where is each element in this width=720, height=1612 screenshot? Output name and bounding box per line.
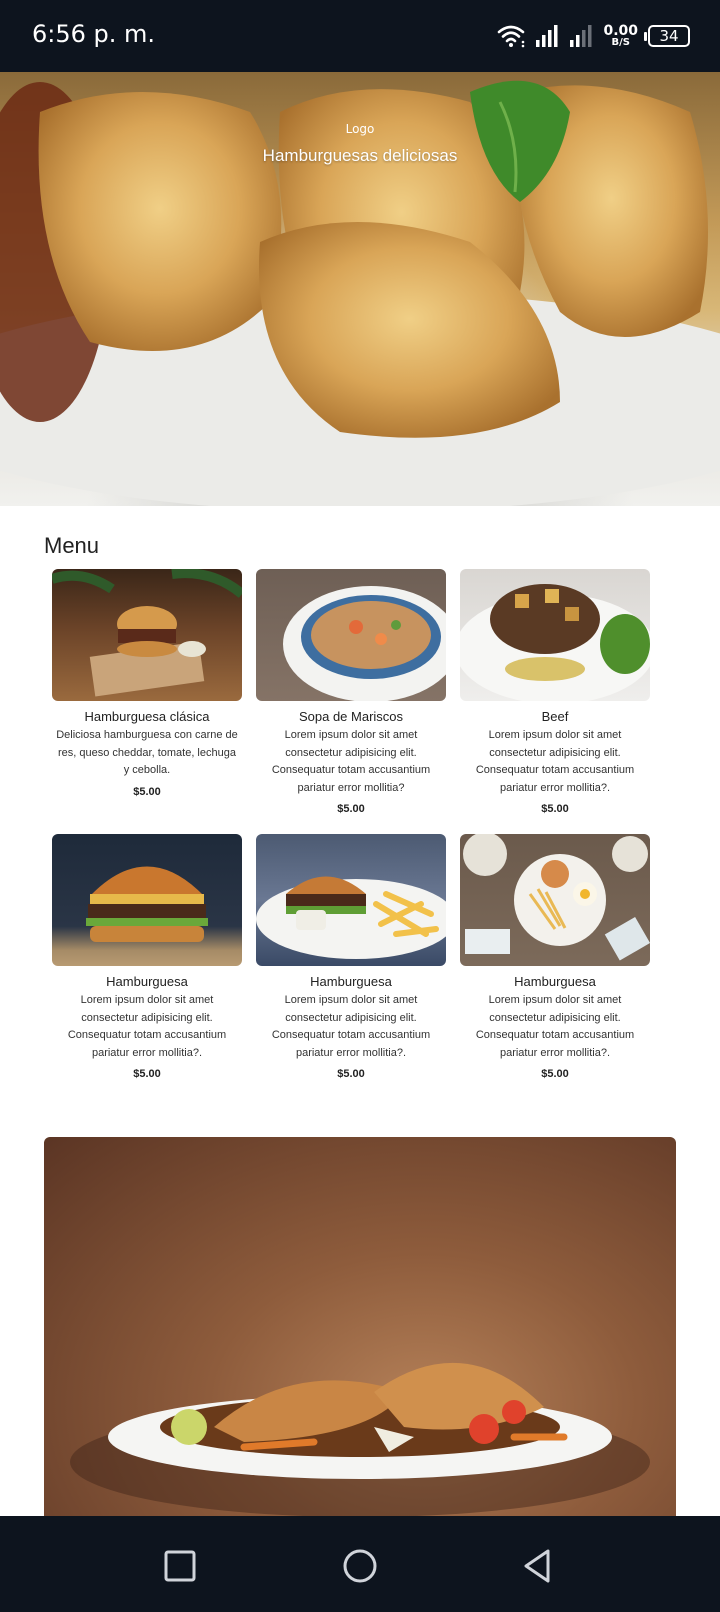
status-bar: 6:56 p. m. 0.00 B/S 34 <box>0 0 720 72</box>
menu-card[interactable]: Beef Lorem ipsum dolor sit amet consecte… <box>460 569 650 815</box>
menu-card[interactable]: Hamburguesa Lorem ipsum dolor sit amet c… <box>52 834 242 1080</box>
network-speed-value: 0.00 <box>603 23 638 39</box>
network-speed: 0.00 B/S <box>603 24 638 48</box>
card-description: Lorem ipsum dolor sit amet consectetur a… <box>271 729 431 794</box>
logo-image: Logo <box>345 122 375 136</box>
menu-card[interactable]: Hamburguesa clásica Deliciosa hamburgues… <box>52 569 242 798</box>
recent-apps-button[interactable] <box>160 1546 200 1586</box>
home-button[interactable] <box>340 1546 380 1586</box>
navigation-bar <box>0 1516 720 1612</box>
hero-banner: Logo Hamburguesas deliciosas <box>0 72 720 506</box>
back-button[interactable] <box>518 1546 558 1586</box>
card-image-burger-fries <box>256 834 446 966</box>
card-image-beef <box>460 569 650 701</box>
battery-level: 34 <box>659 27 679 45</box>
menu-card[interactable]: Sopa de Mariscos Lorem ipsum dolor sit a… <box>256 569 446 815</box>
hero-food-image <box>0 80 720 506</box>
card-price: $5.00 <box>337 1068 365 1080</box>
card-image-soup <box>256 569 446 701</box>
card-image-burger <box>52 834 242 966</box>
signal-icon <box>536 25 558 47</box>
signal-weak-icon <box>570 25 592 47</box>
status-time: 6:56 p. m. <box>32 20 156 48</box>
card-price: $5.00 <box>337 803 365 815</box>
menu-card[interactable]: Hamburguesa Lorem ipsum dolor sit amet c… <box>256 834 446 1080</box>
card-name: Hamburguesa clásica <box>84 709 210 724</box>
network-speed-unit: B/S <box>611 37 630 48</box>
menu-card[interactable]: Hamburguesa Lorem ipsum dolor sit amet c… <box>460 834 650 1080</box>
card-price: $5.00 <box>541 803 569 815</box>
card-price: $5.00 <box>133 785 161 798</box>
card-description: Deliciosa hamburguesa con carne de res, … <box>56 729 238 776</box>
feature-food-image <box>44 1137 676 1519</box>
card-price: $5.00 <box>541 1068 569 1080</box>
card-description: Lorem ipsum dolor sit amet consectetur a… <box>271 994 431 1059</box>
wifi-icon <box>498 25 525 48</box>
card-name: Hamburguesa <box>106 974 188 989</box>
card-name: Sopa de Mariscos <box>298 709 404 724</box>
card-description: Lorem ipsum dolor sit amet consectetur a… <box>67 994 227 1059</box>
status-icons: 0.00 B/S 34 <box>497 20 690 52</box>
card-name: Hamburguesa <box>514 974 596 989</box>
card-image-brunch-table <box>460 834 650 966</box>
card-description: Lorem ipsum dolor sit amet consectetur a… <box>475 729 635 794</box>
menu-title: Menu <box>44 533 100 558</box>
card-description: Lorem ipsum dolor sit amet consectetur a… <box>475 994 635 1059</box>
card-name: Hamburguesa <box>310 974 392 989</box>
hero-title: Hamburguesas deliciosas <box>262 146 458 165</box>
card-name: Beef <box>541 709 569 724</box>
battery-icon: 34 <box>644 25 690 47</box>
card-image-burger <box>52 569 242 701</box>
card-price: $5.00 <box>133 1068 161 1080</box>
